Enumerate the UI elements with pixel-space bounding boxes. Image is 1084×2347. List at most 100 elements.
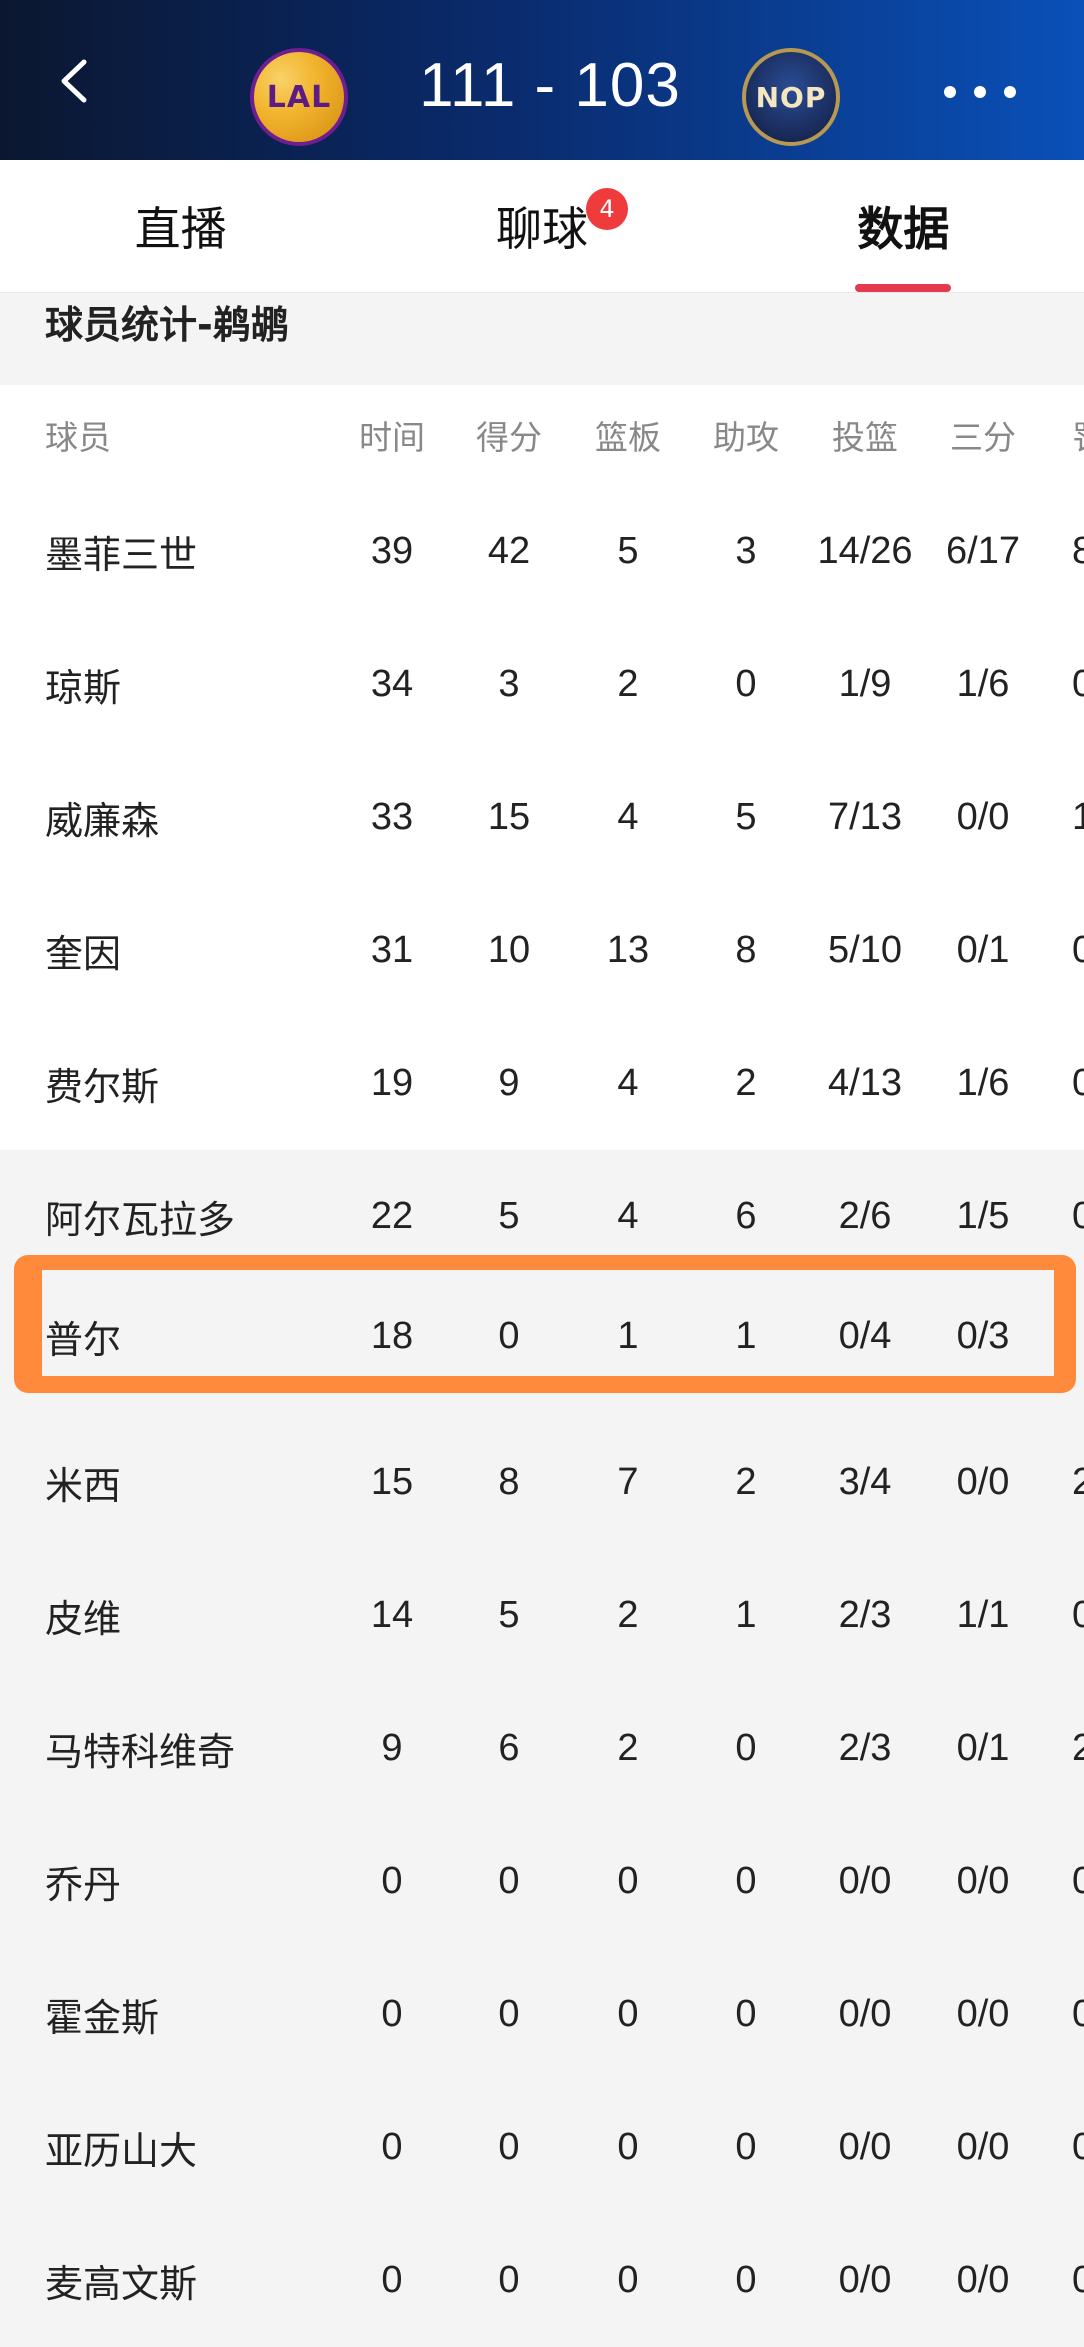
- player-name: 费尔斯: [45, 1065, 160, 1109]
- player-name: 米西: [45, 1464, 122, 1508]
- table-row[interactable]: 墨菲三世 39 42 5 3 14/26 6/17 8: [0, 485, 1084, 618]
- table-row[interactable]: 费尔斯 19 9 4 2 4/13 1/6 0: [0, 1017, 1084, 1150]
- player-name: 普尔: [45, 1318, 122, 1362]
- assists: 0: [735, 1860, 757, 1902]
- assists: 1: [735, 1315, 757, 1357]
- minutes: 9: [381, 1727, 403, 1769]
- table-row[interactable]: 乔丹 0 0 0 0 0/0 0/0 0: [0, 1815, 1084, 1948]
- points: 6: [498, 1727, 520, 1769]
- table-row[interactable]: 琼斯 34 3 2 0 1/9 1/6 0: [0, 618, 1084, 751]
- minutes: 0: [381, 2126, 403, 2168]
- rebounds: 1: [617, 1315, 639, 1357]
- minutes: 0: [381, 1860, 403, 1902]
- minutes: 18: [370, 1315, 414, 1357]
- table-row[interactable]: 米西 15 8 7 2 3/4 0/0 2: [0, 1416, 1084, 1549]
- three-pointers: 1/1: [956, 1594, 1010, 1636]
- rebounds: 0: [617, 2259, 639, 2301]
- table-row[interactable]: 奎因 31 10 13 8 5/10 0/1 0: [0, 884, 1084, 1017]
- player-name: 霍金斯: [45, 1996, 160, 2040]
- field-goals: 0/0: [838, 2259, 892, 2301]
- header-rebounds: 篮板: [595, 418, 661, 457]
- field-goals: 3/4: [838, 1461, 892, 1503]
- header-player: 球员: [45, 418, 111, 457]
- rebounds: 2: [617, 1594, 639, 1636]
- header-points: 得分: [476, 418, 542, 457]
- points: 0: [498, 1315, 520, 1357]
- points: 15: [487, 796, 531, 838]
- next-column-partial: 0: [1072, 2259, 1084, 2301]
- player-name: 墨菲三世: [45, 533, 198, 577]
- next-column-partial: 0: [1072, 1594, 1084, 1636]
- points: 0: [498, 2126, 520, 2168]
- minutes: 34: [370, 663, 414, 705]
- assists: 2: [735, 1062, 757, 1104]
- three-pointers: 6/17: [946, 530, 1020, 572]
- assists: 0: [735, 1993, 757, 2035]
- table-row[interactable]: 霍金斯 0 0 0 0 0/0 0/0 0: [0, 1948, 1084, 2081]
- points: 5: [498, 1594, 520, 1636]
- tab-chat[interactable]: 聊球 4: [361, 160, 722, 292]
- header-fg: 投篮: [832, 418, 898, 457]
- points: 9: [498, 1062, 520, 1104]
- points: 3: [498, 663, 520, 705]
- rebounds: 7: [617, 1461, 639, 1503]
- assists: 0: [735, 663, 757, 705]
- three-pointers: 0/1: [956, 929, 1010, 971]
- next-column-partial: 8: [1072, 530, 1084, 572]
- table-row[interactable]: 亚历山大 0 0 0 0 0/0 0/0 0: [0, 2081, 1084, 2214]
- player-name: 威廉森: [45, 799, 160, 843]
- player-name: 奎因: [45, 932, 122, 976]
- three-pointers: 0/0: [956, 2259, 1010, 2301]
- minutes: 33: [370, 796, 414, 838]
- next-column-partial: 0: [1072, 929, 1084, 971]
- assists: 1: [735, 1594, 757, 1636]
- three-pointers: 0/0: [956, 1461, 1010, 1503]
- points: 42: [487, 530, 531, 572]
- three-pointers: 0/0: [956, 2126, 1010, 2168]
- next-column-partial: 0: [1072, 2126, 1084, 2168]
- table-row[interactable]: 威廉森 33 15 4 5 7/13 0/0 1: [0, 751, 1084, 884]
- table-header: 球员 时间 得分 篮板 助攻 投篮 三分 罚: [0, 385, 1084, 485]
- field-goals: 5/10: [828, 929, 902, 971]
- rebounds: 0: [617, 2126, 639, 2168]
- points: 0: [498, 1860, 520, 1902]
- field-goals: 7/13: [828, 796, 902, 838]
- tab-bar: 直播 聊球 4 数据: [0, 160, 1084, 293]
- assists: 8: [735, 929, 757, 971]
- field-goals: 4/13: [828, 1062, 902, 1104]
- field-goals: 0/0: [838, 2126, 892, 2168]
- tab-stats[interactable]: 数据: [723, 160, 1084, 292]
- rebounds: 2: [617, 663, 639, 705]
- points: 0: [498, 1993, 520, 2035]
- table-row[interactable]: 麦高文斯 0 0 0 0 0/0 0/0 0: [0, 2214, 1084, 2347]
- next-column-partial: 0: [1072, 1062, 1084, 1104]
- field-goals: 2/3: [838, 1727, 892, 1769]
- rebounds: 2: [617, 1727, 639, 1769]
- rebounds: 4: [617, 1062, 639, 1104]
- minutes: 19: [370, 1062, 414, 1104]
- table-row[interactable]: 马特科维奇 9 6 2 0 2/3 0/1 2: [0, 1682, 1084, 1815]
- rebounds: 5: [617, 530, 639, 572]
- assists: 0: [735, 2126, 757, 2168]
- assists: 0: [735, 1727, 757, 1769]
- minutes: 14: [370, 1594, 414, 1636]
- assists: 2: [735, 1461, 757, 1503]
- minutes: 31: [370, 929, 414, 971]
- more-options-icon[interactable]: [940, 84, 1020, 100]
- back-icon[interactable]: [50, 56, 100, 106]
- field-goals: 1/9: [838, 663, 892, 705]
- field-goals: 0/4: [838, 1315, 892, 1357]
- assists: 5: [735, 796, 757, 838]
- player-name: 琼斯: [45, 666, 122, 710]
- three-pointers: 0/0: [956, 1993, 1010, 2035]
- highlighted-player-row[interactable]: 普尔 18 0 1 1 0/4 0/3: [0, 1270, 1084, 1403]
- three-pointers: 1/6: [956, 1062, 1010, 1104]
- score: 111 - 103: [419, 51, 681, 120]
- table-row[interactable]: 皮维 14 5 2 1 2/3 1/1 0: [0, 1549, 1084, 1682]
- tab-live[interactable]: 直播: [0, 160, 361, 292]
- header-minutes: 时间: [359, 418, 425, 457]
- next-column-partial: 0: [1072, 1993, 1084, 2035]
- three-pointers: 0/1: [956, 1727, 1010, 1769]
- next-column-partial: 2: [1072, 1727, 1084, 1769]
- rebounds: 0: [617, 1993, 639, 2035]
